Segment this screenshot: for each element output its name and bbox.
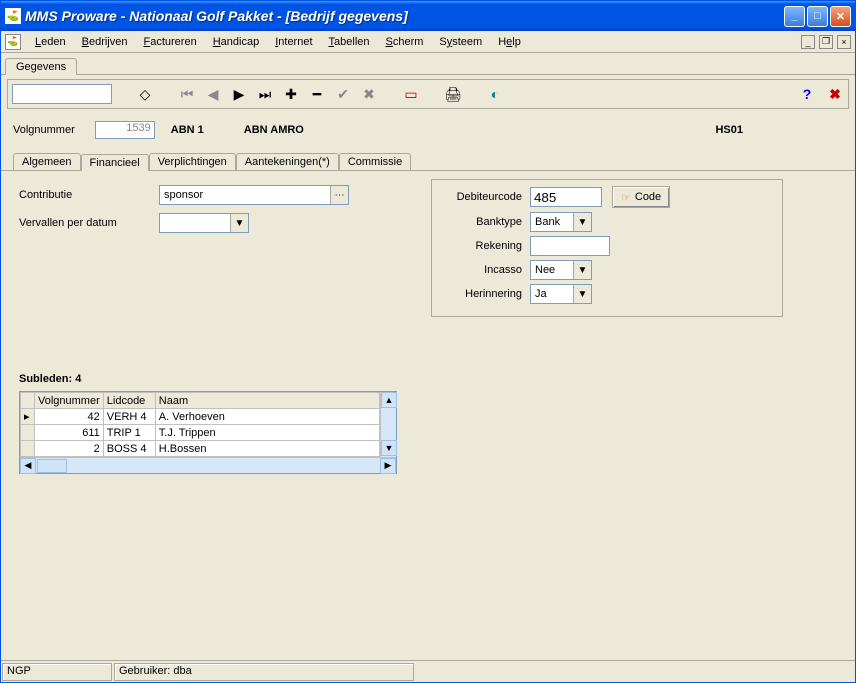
table-header-row: Volgnummer Lidcode Naam bbox=[21, 393, 380, 409]
menu-systeem[interactable]: Systeem bbox=[431, 34, 490, 50]
tab-aantekeningen[interactable]: Aantekeningen(*) bbox=[236, 153, 339, 170]
mdi-restore-button[interactable]: ❐ bbox=[819, 35, 833, 49]
label-incasso: Incasso bbox=[440, 264, 530, 276]
mdi-close-button[interactable]: × bbox=[837, 35, 851, 49]
abn-code: ABN 1 bbox=[171, 124, 204, 136]
mdi-minimize-button[interactable]: _ bbox=[801, 35, 815, 49]
table-row[interactable]: ▸ 42 VERH 4 A. Verhoeven bbox=[21, 409, 380, 425]
chevron-down-icon[interactable]: ▼ bbox=[230, 214, 248, 232]
debiteurcode-input[interactable] bbox=[530, 187, 602, 207]
nav-prev-icon[interactable]: ◀ bbox=[204, 85, 222, 103]
add-icon[interactable]: ✚ bbox=[282, 85, 300, 103]
tab-commissie[interactable]: Commissie bbox=[339, 153, 411, 170]
label-contributie: Contributie bbox=[19, 189, 159, 201]
title-bar: ⛳ MMS Proware - Nationaal Golf Pakket - … bbox=[1, 1, 855, 31]
contributie-value: sponsor bbox=[160, 189, 330, 201]
row-indicator: ▸ bbox=[21, 409, 35, 425]
nav-play-icon[interactable]: ▶ bbox=[230, 85, 248, 103]
vervallen-date-combo[interactable]: ▼ bbox=[159, 213, 249, 233]
tab-gegevens[interactable]: Gegevens bbox=[5, 58, 77, 75]
grid-horizontal-scrollbar[interactable]: ◀ ▶ bbox=[20, 457, 396, 473]
subleden-title: Subleden: 4 bbox=[19, 373, 837, 385]
eraser-icon[interactable]: ◇ bbox=[136, 85, 154, 103]
toolbar: ◇ ⏮ ◀ ▶ ⏭ ✚ ━ ✔ ✖ ▭ 🖨 ◐ ? ✖ bbox=[7, 79, 849, 109]
nav-first-icon[interactable]: ⏮ bbox=[178, 85, 196, 103]
card-icon[interactable]: ▭ bbox=[402, 85, 420, 103]
herinnering-combo[interactable]: Ja ▼ bbox=[530, 284, 592, 304]
label-debiteurcode: Debiteurcode bbox=[440, 191, 530, 203]
label-herinnering: Herinnering bbox=[440, 288, 530, 300]
subleden-grid: Volgnummer Lidcode Naam ▸ 42 VERH 4 A. V… bbox=[19, 391, 397, 474]
status-left: NGP bbox=[2, 663, 112, 681]
app-icon: ⛳ bbox=[5, 8, 21, 24]
subleden-section: Subleden: 4 Volgnummer Lidcode Naam ▸ 42 bbox=[19, 373, 837, 474]
col-volgnummer[interactable]: Volgnummer bbox=[35, 393, 104, 409]
rekening-input[interactable] bbox=[530, 236, 610, 256]
label-rekening: Rekening bbox=[440, 240, 530, 252]
table-row[interactable]: 611 TRIP 1 T.J. Trippen bbox=[21, 425, 380, 441]
content-panel: Contributie sponsor ⋯ Vervallen per datu… bbox=[1, 171, 855, 488]
window-title: MMS Proware - Nationaal Golf Pakket - [B… bbox=[25, 8, 782, 24]
detail-tabs: Algemeen Financieel Verplichtingen Aante… bbox=[1, 149, 855, 171]
globe-icon[interactable]: ◐ bbox=[486, 85, 504, 103]
cancel-edit-icon[interactable]: ✖ bbox=[360, 85, 378, 103]
scroll-right-icon[interactable]: ▶ bbox=[380, 458, 396, 474]
banktype-combo[interactable]: Bank ▼ bbox=[530, 212, 592, 232]
info-row: Volgnummer 1539 ABN 1 ABN AMRO HS01 bbox=[1, 113, 855, 149]
window-minimize-button[interactable]: _ bbox=[784, 6, 805, 27]
menu-tabellen[interactable]: Tabellen bbox=[321, 34, 378, 50]
print-icon[interactable]: 🖨 bbox=[444, 85, 462, 103]
menu-scherm[interactable]: Scherm bbox=[378, 34, 432, 50]
table-row[interactable]: 2 BOSS 4 H.Bossen bbox=[21, 441, 380, 457]
grid-vertical-scrollbar[interactable]: ▲ ▼ bbox=[380, 392, 396, 457]
tab-verplichtingen[interactable]: Verplichtingen bbox=[149, 153, 236, 170]
tab-algemeen[interactable]: Algemeen bbox=[13, 153, 81, 170]
menu-help[interactable]: Help bbox=[490, 34, 529, 50]
volgnummer-field[interactable]: 1539 bbox=[95, 121, 155, 139]
pointer-icon: ☞ bbox=[621, 191, 631, 204]
toolbar-search-input[interactable] bbox=[12, 84, 112, 104]
incasso-combo[interactable]: Nee ▼ bbox=[530, 260, 592, 280]
help-icon[interactable]: ? bbox=[798, 85, 816, 103]
window-maximize-button[interactable]: □ bbox=[807, 6, 828, 27]
confirm-icon[interactable]: ✔ bbox=[334, 85, 352, 103]
menu-leden[interactable]: Leden bbox=[27, 34, 74, 50]
nav-last-icon[interactable]: ⏭ bbox=[256, 85, 274, 103]
contributie-combo[interactable]: sponsor ⋯ bbox=[159, 185, 349, 205]
code-button[interactable]: ☞ Code bbox=[612, 186, 670, 208]
remove-icon[interactable]: ━ bbox=[308, 85, 326, 103]
chevron-down-icon[interactable]: ▼ bbox=[573, 285, 591, 303]
sub-tabs: Gegevens bbox=[1, 53, 855, 75]
scroll-left-icon[interactable]: ◀ bbox=[20, 458, 36, 474]
menu-internet[interactable]: Internet bbox=[267, 34, 320, 50]
status-bar: NGP Gebruiker: dba bbox=[1, 660, 855, 682]
menu-bedrijven[interactable]: Bedrijven bbox=[74, 34, 136, 50]
company-name: ABN AMRO bbox=[244, 124, 304, 136]
col-naam[interactable]: Naam bbox=[155, 393, 379, 409]
label-vervallen: Vervallen per datum bbox=[19, 217, 159, 229]
scroll-thumb[interactable] bbox=[37, 459, 67, 473]
menu-bar: ⛳ Leden Bedrijven Factureren Handicap In… bbox=[1, 31, 855, 53]
menu-app-icon: ⛳ bbox=[5, 34, 21, 50]
tab-financieel[interactable]: Financieel bbox=[81, 154, 149, 171]
scroll-up-icon[interactable]: ▲ bbox=[381, 392, 397, 408]
label-volgnummer: Volgnummer bbox=[13, 124, 75, 136]
status-user: Gebruiker: dba bbox=[114, 663, 414, 681]
ellipsis-icon[interactable]: ⋯ bbox=[330, 186, 348, 204]
chevron-down-icon[interactable]: ▼ bbox=[573, 213, 591, 231]
menu-factureren[interactable]: Factureren bbox=[135, 34, 204, 50]
rowhead-corner bbox=[21, 393, 35, 409]
close-icon[interactable]: ✖ bbox=[826, 85, 844, 103]
scroll-down-icon[interactable]: ▼ bbox=[381, 440, 397, 456]
debtor-panel: Debiteurcode ☞ Code Banktype Bank ▼ Reke… bbox=[431, 179, 783, 317]
col-lidcode[interactable]: Lidcode bbox=[103, 393, 155, 409]
chevron-down-icon[interactable]: ▼ bbox=[573, 261, 591, 279]
label-banktype: Banktype bbox=[440, 216, 530, 228]
menu-handicap[interactable]: Handicap bbox=[205, 34, 268, 50]
window-close-button[interactable]: ✕ bbox=[830, 6, 851, 27]
code-right: HS01 bbox=[715, 124, 743, 136]
